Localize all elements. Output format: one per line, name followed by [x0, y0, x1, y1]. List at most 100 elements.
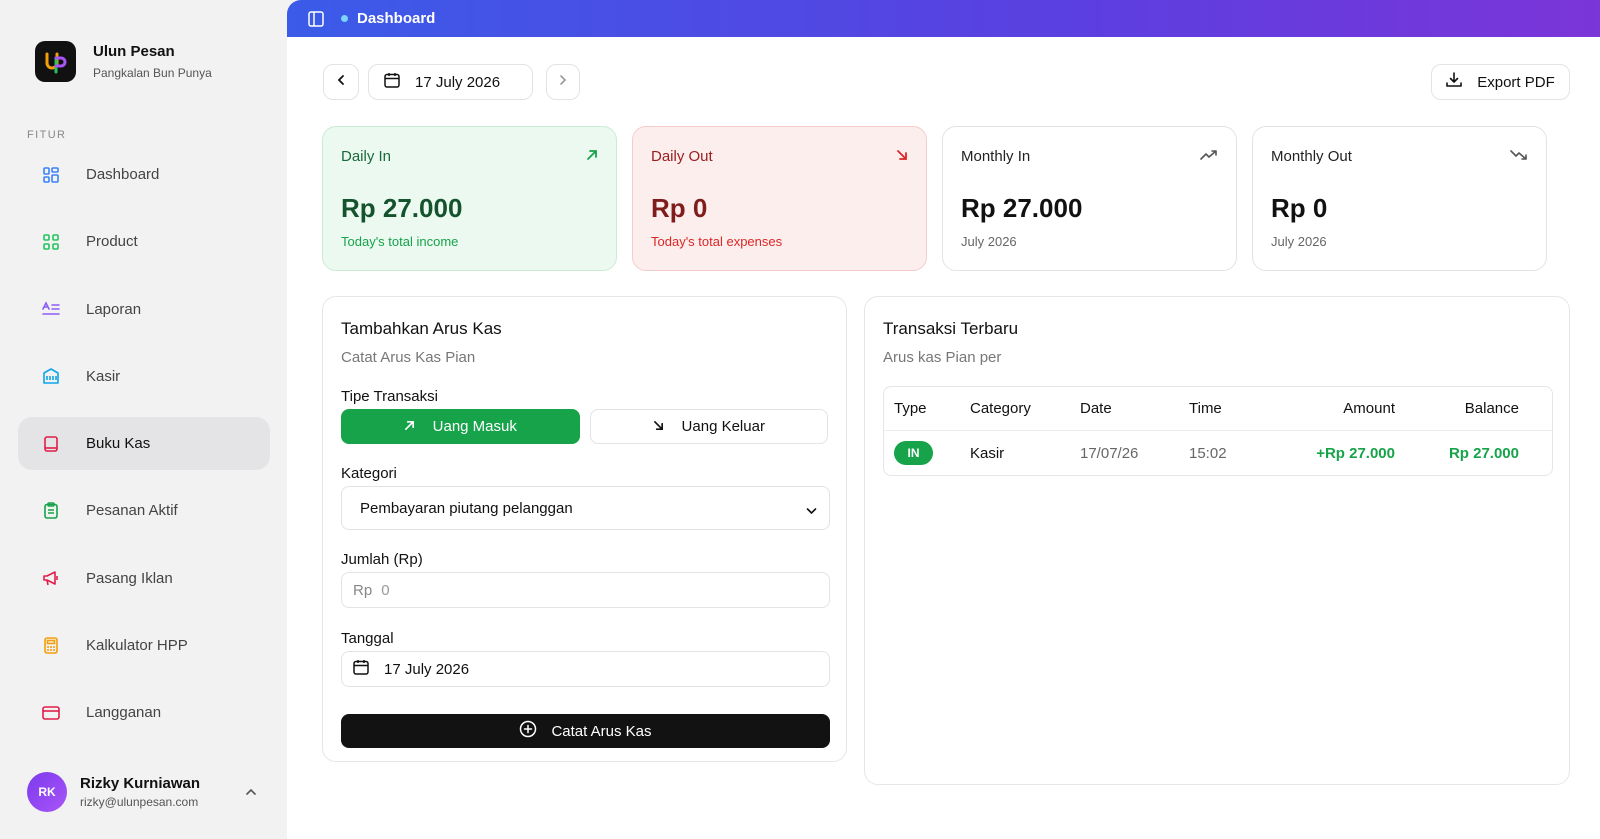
chevron-left-icon — [337, 73, 345, 91]
topbar: Dashboard — [287, 0, 1600, 37]
brand-name: Ulun Pesan — [93, 43, 175, 60]
chevron-up-icon[interactable] — [245, 783, 257, 801]
card-title: Tambahkan Arus Kas — [341, 319, 502, 338]
date-label: Tanggal — [341, 630, 394, 647]
category-select[interactable]: Pembayaran piutang pelanggan — [341, 486, 830, 530]
sidebar-item-label: Laporan — [86, 300, 142, 318]
stat-subtitle: Today's total expenses — [651, 234, 783, 249]
calculator-icon — [42, 637, 60, 655]
sidebar-item-label: Pesanan Aktif — [86, 502, 178, 520]
book-icon — [42, 435, 60, 453]
sidebar-item-label: Dashboard — [86, 166, 160, 183]
date-input[interactable]: 17 July 2026 — [341, 651, 830, 687]
cell-category: Kasir — [970, 444, 1005, 462]
export-pdf-button[interactable]: Export PDF — [1431, 64, 1570, 100]
calendar-icon — [353, 659, 369, 679]
transaction-type-label: Tipe Transaksi — [341, 388, 438, 405]
calendar-icon — [384, 72, 400, 93]
previous-date-button[interactable] — [323, 64, 359, 100]
stat-card-daily-in: Daily In Rp 27.000 Today's total income — [322, 126, 617, 271]
column-header-type: Type — [894, 400, 927, 417]
column-header-balance: Balance — [1464, 400, 1519, 417]
user-menu[interactable]: RK Rizky Kurniawan rizky@ulunpesan.com — [27, 772, 267, 812]
stat-value: Rp 0 — [651, 193, 708, 223]
sidebar-item-pesanan-aktif[interactable]: Pesanan Aktif — [18, 484, 270, 537]
main-content: Dashboard 17 July 2026 Export PDF Daily … — [287, 0, 1600, 839]
date-picker-button[interactable]: 17 July 2026 — [368, 64, 533, 100]
trending-down-icon — [1510, 148, 1528, 166]
sidebar-item-laporan[interactable]: Laporan — [18, 283, 270, 336]
export-pdf-label: Export PDF — [1477, 73, 1555, 91]
cell-balance: Rp 27.000 — [1448, 444, 1519, 462]
selected-date: 17 July 2026 — [415, 73, 501, 91]
stat-value: Rp 27.000 — [341, 193, 463, 223]
stat-subtitle: July 2026 — [961, 234, 1017, 249]
cashier-icon — [42, 367, 60, 385]
cell-time: 15:02 — [1189, 444, 1227, 462]
download-icon — [1446, 71, 1463, 93]
sidebar-item-product[interactable]: Product — [18, 215, 270, 268]
add-cashflow-card: Tambahkan Arus Kas Catat Arus Kas Pian T… — [322, 296, 847, 762]
money-in-label: Uang Masuk — [432, 418, 517, 435]
amount-label: Jumlah (Rp) — [341, 551, 423, 568]
next-date-button[interactable] — [546, 64, 580, 100]
sidebar-item-label: Kasir — [86, 367, 121, 385]
sidebar-item-label: Product — [86, 233, 138, 251]
stat-card-daily-out: Daily Out Rp 0 Today's total expenses — [632, 126, 927, 271]
brand-subtitle: Pangkalan Bun Punya — [93, 66, 212, 80]
brand[interactable]: Ulun Pesan Pangkalan Bun Punya — [35, 41, 212, 82]
sidebar-item-dashboard[interactable]: Dashboard — [18, 148, 270, 201]
column-header-amount: Amount — [1343, 400, 1395, 417]
trending-up-icon — [1200, 148, 1218, 166]
sidebar-item-buku-kas[interactable]: Buku Kas — [18, 417, 270, 471]
credit-card-icon — [42, 704, 60, 722]
amount-placeholder: 0 — [381, 581, 390, 599]
submit-cashflow-button[interactable]: Catat Arus Kas — [341, 714, 830, 748]
sidebar-item-pasang-iklan[interactable]: Pasang Iklan — [18, 552, 270, 605]
sidebar-item-langganan[interactable]: Langganan — [18, 686, 270, 739]
grid-icon — [42, 233, 60, 251]
stat-card-monthly-in: Monthly In Rp 27.000 July 2026 — [942, 126, 1237, 271]
stat-subtitle: July 2026 — [1271, 234, 1327, 249]
chevron-down-icon — [806, 502, 817, 519]
table-row[interactable]: IN Kasir 17/07/26 15:02 +Rp 27.000 Rp 27… — [884, 431, 1552, 475]
submit-label: Catat Arus Kas — [551, 722, 652, 740]
money-in-button[interactable]: Uang Masuk — [341, 409, 580, 444]
stat-subtitle: Today's total income — [341, 234, 459, 249]
card-title: Transaksi Terbaru — [883, 319, 1019, 338]
transactions-table: Type Category Date Time Amount Balance I… — [883, 386, 1553, 476]
column-header-time: Time — [1189, 400, 1222, 417]
stat-card-monthly-out: Monthly Out Rp 0 July 2026 — [1252, 126, 1547, 271]
sidebar: Ulun Pesan Pangkalan Bun Punya FITUR Das… — [0, 0, 287, 839]
column-header-date: Date — [1080, 400, 1112, 417]
user-name: Rizky Kurniawan — [80, 775, 201, 792]
table-header: Type Category Date Time Amount Balance — [884, 387, 1552, 431]
sidebar-item-label: Kalkulator HPP — [86, 637, 188, 655]
sidebar-section-label: FITUR — [27, 129, 67, 141]
arrow-down-right-icon — [896, 148, 908, 166]
sidebar-item-kasir[interactable]: Kasir — [18, 350, 270, 403]
sidebar-item-label: Pasang Iklan — [86, 569, 173, 587]
cell-amount: +Rp 27.000 — [1316, 444, 1395, 462]
stat-title: Monthly Out — [1271, 148, 1352, 165]
stat-title: Daily Out — [651, 148, 713, 165]
status-dot — [341, 15, 348, 22]
money-out-button[interactable]: Uang Keluar — [589, 409, 828, 444]
card-subtitle: Catat Arus Kas Pian — [341, 349, 476, 366]
amount-input[interactable]: Rp 0 — [341, 572, 830, 608]
card-subtitle: Arus kas Pian per — [883, 349, 1002, 366]
sidebar-toggle-icon[interactable] — [307, 10, 325, 28]
arrow-down-right-icon — [653, 418, 664, 435]
sidebar-item-kalkulator-hpp[interactable]: Kalkulator HPP — [18, 619, 270, 672]
app-logo-icon — [35, 41, 76, 82]
dashboard-icon — [42, 166, 60, 184]
sidebar-item-label: Langganan — [86, 704, 162, 722]
money-out-label: Uang Keluar — [681, 418, 765, 435]
user-email: rizky@ulunpesan.com — [80, 795, 199, 809]
megaphone-icon — [42, 569, 60, 587]
plus-circle-icon — [519, 720, 537, 742]
stat-value: Rp 0 — [1271, 193, 1328, 223]
stat-title: Monthly In — [961, 148, 1031, 165]
arrow-up-right-icon — [404, 418, 415, 435]
type-badge: IN — [894, 441, 933, 465]
